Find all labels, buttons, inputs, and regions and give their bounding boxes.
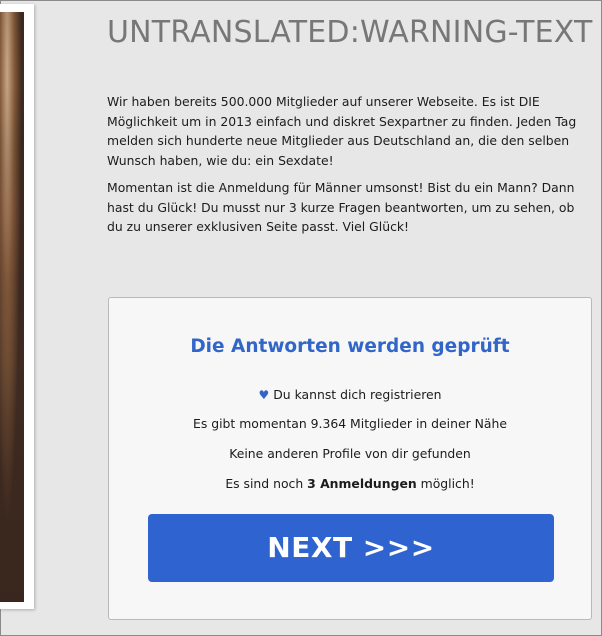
verification-panel: Die Antworten werden geprüft ♥ Du kannst …: [108, 297, 592, 620]
page-title: UNTRANSLATED:WARNING-TEXT: [107, 15, 593, 50]
offer-paragraph: Momentan ist die Anmeldung für Männer um…: [107, 180, 575, 234]
status-members: Es gibt momentan 9.364 Mitglieder in dei…: [193, 416, 507, 431]
status-profiles: Keine anderen Profile von dir gefunden: [229, 446, 471, 461]
slots-prefix: Es sind noch: [225, 476, 304, 491]
heart-icon: ♥: [258, 388, 270, 402]
panel-title: Die Antworten werden geprüft: [190, 336, 510, 357]
profile-photo: [0, 12, 24, 602]
slots-suffix: möglich!: [420, 476, 475, 491]
status-slots: Es sind noch 3 Anmeldungen möglich!: [109, 476, 591, 491]
status-registered: ♥ Du kannst dich registrieren: [109, 387, 591, 402]
next-button[interactable]: NEXT >>>: [148, 514, 554, 582]
slots-count: 3 Anmeldungen: [307, 476, 417, 491]
status-registered-text: Du kannst dich registrieren: [273, 387, 442, 402]
profile-photo-card: [0, 4, 34, 609]
main-content: UNTRANSLATED:WARNING-TEXT Wir haben bere…: [107, 14, 593, 237]
intro-paragraph: Wir haben bereits 500.000 Mitglieder auf…: [107, 94, 577, 168]
